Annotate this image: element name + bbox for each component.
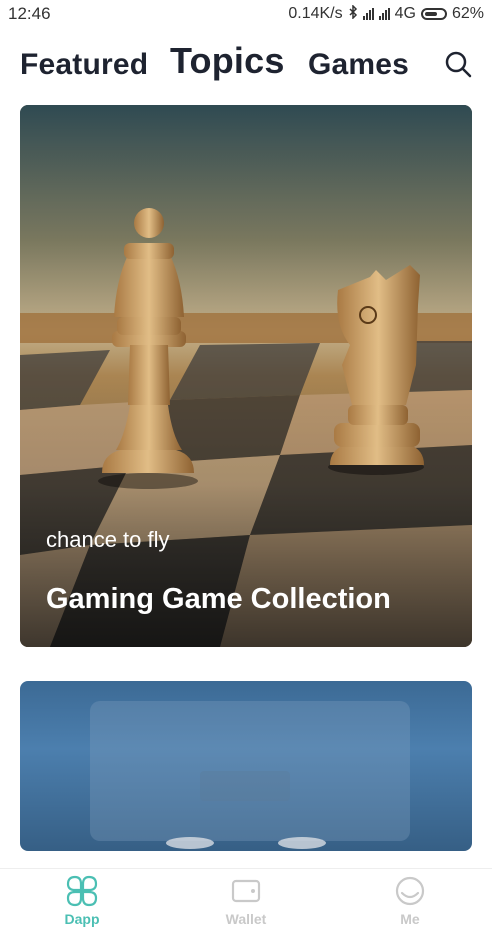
tab-featured[interactable]: Featured <box>20 48 148 82</box>
tab-topics[interactable]: Topics <box>170 40 285 82</box>
bluetooth-icon <box>348 3 358 24</box>
bottom-nav: Dapp Wallet Me <box>0 868 492 930</box>
status-time: 12:46 <box>8 4 51 23</box>
card-subtitle: chance to fly <box>46 527 170 552</box>
status-indicators: 0.14K/s 4G 62% <box>288 3 484 24</box>
battery-icon <box>420 8 447 20</box>
featured-card-second[interactable] <box>20 681 472 851</box>
blue-device-image <box>90 701 410 849</box>
signal-hd-icon <box>378 8 390 20</box>
top-tabs: Featured Topics Games <box>20 38 480 94</box>
card-title: Gaming Game Collection <box>46 583 391 615</box>
nav-label-dapp: Dapp <box>64 911 100 927</box>
network-speed: 0.14K/s <box>288 5 343 22</box>
nav-item-me[interactable]: Me <box>328 869 492 930</box>
wallet-icon <box>230 875 262 907</box>
tab-games[interactable]: Games <box>308 48 409 82</box>
battery-level: 62% <box>451 5 484 22</box>
network-type: 4G <box>394 5 416 22</box>
profile-icon <box>394 875 426 907</box>
dapp-grid-icon <box>66 875 98 907</box>
nav-item-wallet[interactable]: Wallet <box>164 869 328 930</box>
nav-item-dapp[interactable]: Dapp <box>0 869 164 930</box>
signal-icon <box>362 8 374 20</box>
featured-card-gaming-collection[interactable]: chance to fly Gaming Game Collection <box>20 105 472 647</box>
nav-label-me: Me <box>400 911 420 927</box>
chess-image <box>20 105 472 647</box>
search-icon[interactable] <box>444 50 474 80</box>
status-bar: 12:46 0.14K/s 4G 62% <box>0 0 492 28</box>
nav-label-wallet: Wallet <box>225 911 267 927</box>
